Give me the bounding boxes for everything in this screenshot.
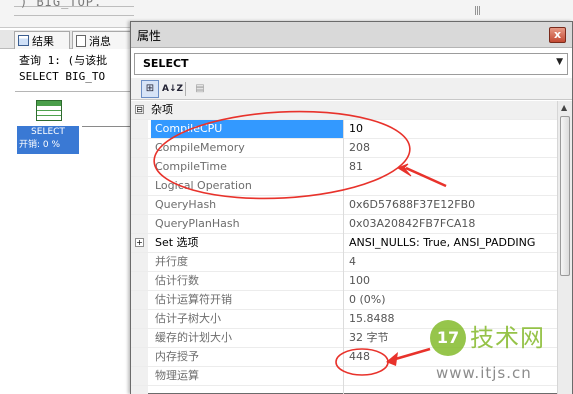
property-row-logical-operation[interactable]: Logical Operation <box>131 177 557 196</box>
chevron-down-icon[interactable]: ▼ <box>556 57 563 67</box>
property-name: CompileMemory <box>155 141 245 154</box>
collapse-icon[interactable]: ⊟ <box>135 105 144 114</box>
property-name: 内存授予 <box>155 350 199 363</box>
property-row-compilememory[interactable]: CompileMemory 208 <box>131 139 557 158</box>
property-name: 缓存的计划大小 <box>155 331 232 344</box>
close-button[interactable]: x <box>549 27 566 43</box>
property-name: QueryPlanHash <box>155 217 240 230</box>
plan-connector-line <box>82 126 132 127</box>
property-name: QueryHash <box>155 198 217 211</box>
property-name: Logical Operation <box>155 179 252 192</box>
tab-messages-label: 消息 <box>89 34 111 48</box>
property-name: 估计运算符开销 <box>155 293 232 306</box>
property-row-queryhash[interactable]: QueryHash 0x6D57688F37E12FB0 <box>131 196 557 215</box>
property-value[interactable] <box>347 177 557 195</box>
property-row-set-options[interactable]: + Set 选项 ANSI_NULLS: True, ANSI_PADDING <box>131 234 557 253</box>
property-value[interactable]: 4 <box>347 253 557 271</box>
select-operator-node[interactable]: SELECT 开销: 0 % <box>17 126 79 154</box>
splitter-grip[interactable]: ||| <box>474 6 481 16</box>
property-name: 估计子树大小 <box>155 312 221 325</box>
watermark-logo-icon: 17 <box>430 320 466 356</box>
select-node-label: SELECT <box>31 127 65 137</box>
categorized-button[interactable]: ⊞ <box>141 80 159 98</box>
property-name: 估计行数 <box>155 274 199 287</box>
property-value[interactable]: 0x6D57688F37E12FB0 <box>347 196 557 214</box>
property-row-compilecpu[interactable]: CompileCPU 10 <box>131 120 557 139</box>
properties-toolbar: ⊞ A↓Z ▤ <box>131 78 572 100</box>
site-watermark: 17 技术网 www.itjs.cn <box>430 318 573 394</box>
property-name: 并行度 <box>155 255 188 268</box>
property-value[interactable]: 100 <box>347 272 557 290</box>
property-value[interactable]: ANSI_NULLS: True, ANSI_PADDING <box>347 234 557 252</box>
property-value[interactable]: 10 <box>347 120 557 138</box>
property-row-estimated-rows[interactable]: 估计行数 100 <box>131 272 557 291</box>
scroll-up-icon[interactable]: ▲ <box>561 103 567 112</box>
plan-divider <box>15 91 135 92</box>
object-selector-dropdown[interactable]: SELECT ▼ <box>134 53 568 75</box>
toolbar-separator <box>185 82 186 96</box>
scroll-thumb[interactable] <box>560 116 570 276</box>
property-row-estimated-operator-cost[interactable]: 估计运算符开销 0 (0%) <box>131 291 557 310</box>
property-name: Set 选项 <box>155 236 199 249</box>
query-text-line: SELECT BIG_TO <box>19 70 106 83</box>
property-row-compiletime[interactable]: CompileTime 81 <box>131 158 557 177</box>
property-value[interactable]: 0 (0%) <box>347 291 557 309</box>
property-row-queryplanhash[interactable]: QueryPlanHash 0x03A20842FB7FCA18 <box>131 215 557 234</box>
properties-title: 属性 <box>137 29 162 43</box>
document-icon <box>76 34 86 47</box>
editor-code-text: ) BIG_TOP. <box>20 0 103 9</box>
properties-title-bar[interactable]: 属性 x <box>131 22 572 48</box>
close-icon: x <box>553 28 562 41</box>
tab-results[interactable]: 结果 <box>14 31 70 49</box>
watermark-url: www.itjs.cn <box>436 364 532 382</box>
watermark-title: 技术网 <box>470 324 545 352</box>
property-name: 物理运算 <box>155 369 199 382</box>
selected-object: SELECT <box>143 57 189 70</box>
property-row-degree-of-parallelism[interactable]: 并行度 4 <box>131 253 557 272</box>
sort-alpha-icon: A↓Z <box>162 84 184 94</box>
tab-results-label: 结果 <box>32 34 54 48</box>
property-value[interactable]: 0x03A20842FB7FCA18 <box>347 215 557 233</box>
query-header-line: 查询 1: (与该批 <box>19 54 108 67</box>
select-node-cost: 开销: 0 % <box>19 140 61 150</box>
execution-plan-pane: 查询 1: (与该批 SELECT BIG_TO <box>0 50 140 394</box>
expand-icon[interactable]: + <box>135 238 144 247</box>
property-pages-button[interactable]: ▤ <box>191 80 209 98</box>
property-value[interactable]: 208 <box>347 139 557 157</box>
select-operator-icon[interactable] <box>36 100 62 121</box>
property-name: CompileCPU <box>151 120 343 138</box>
alphabetical-button[interactable]: A↓Z <box>161 80 183 98</box>
property-pages-icon: ▤ <box>195 83 205 94</box>
tab-messages[interactable]: 消息 <box>72 31 136 49</box>
category-row-misc[interactable]: ⊟ 杂项 <box>131 101 557 120</box>
grid-icon <box>18 35 29 46</box>
property-name: CompileTime <box>155 160 227 173</box>
category-label: 杂项 <box>151 103 173 116</box>
property-value[interactable]: 81 <box>347 158 557 176</box>
categorized-icon: ⊞ <box>145 83 155 94</box>
grid-column-divider[interactable] <box>343 120 344 394</box>
